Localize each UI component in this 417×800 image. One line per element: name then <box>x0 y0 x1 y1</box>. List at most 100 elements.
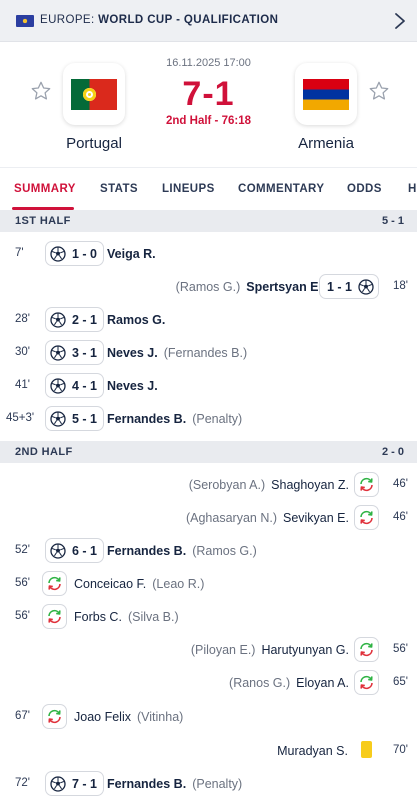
soccer-ball-icon <box>50 311 66 328</box>
section-score: 5 - 1 <box>381 215 404 227</box>
event-row[interactable]: (Serobyan A.) Shaghoyan Z. 46' <box>0 469 417 502</box>
tab-h2h[interactable]: H2H <box>408 183 417 195</box>
goal-score: 3 - 1 <box>72 345 98 360</box>
event-minute: 56' <box>15 610 30 622</box>
event-text: Fernandes B. (Ramos G.) <box>107 544 257 558</box>
event-text: (Serobyan A.) Shaghoyan Z. <box>189 478 349 492</box>
event-assist: (Leao R.) <box>152 577 205 591</box>
event-row[interactable]: 30' 3 - 1 Neves J. (Fernandes B.) <box>0 337 417 370</box>
tab-odds[interactable]: ODDS <box>347 183 382 195</box>
event-assist: (Ranos G.) <box>229 676 291 690</box>
event-player[interactable]: Conceicao F. <box>74 577 146 591</box>
event-row[interactable]: 7' 1 - 0 Veiga R. <box>0 238 417 271</box>
section-first-half: 1ST HALF 5 - 1 <box>0 210 417 232</box>
event-row[interactable]: (Ramos G.) Spertsyan E. 1 - 1 18' <box>0 271 417 304</box>
substitution-badge <box>354 472 379 497</box>
event-row[interactable]: (Aghasaryan N.) Sevikyan E. 46' <box>0 502 417 535</box>
substitution-icon <box>360 675 373 690</box>
tab-lineups[interactable]: LINEUPS <box>162 183 215 195</box>
goal-score: 1 - 1 <box>326 279 352 294</box>
section-score: 2 - 0 <box>381 446 404 458</box>
event-player[interactable]: Shaghoyan Z. <box>271 478 349 492</box>
event-minute: 56' <box>393 643 408 655</box>
substitution-icon <box>48 709 61 724</box>
away-team-name[interactable]: Armenia <box>266 135 386 152</box>
goal-score: 6 - 1 <box>72 543 98 558</box>
event-text: Fernandes B. (Penalty) <box>107 777 242 791</box>
event-text: (Piloyan E.) Harutyunyan G. <box>191 643 349 657</box>
section-title: 1ST HALF <box>15 215 71 227</box>
event-assist: (Ramos G.) <box>192 544 257 558</box>
event-text: Fernandes B. (Penalty) <box>107 412 242 426</box>
event-player[interactable]: Neves J. <box>107 346 158 360</box>
event-row[interactable]: 52' 6 - 1 Fernandes B. (Ramos G.) <box>0 535 417 568</box>
event-minute: 72' <box>15 777 30 789</box>
goal-badge: 2 - 1 <box>45 307 105 332</box>
event-player[interactable]: Harutyunyan G. <box>261 643 349 657</box>
event-row[interactable]: Muradyan S. 70' <box>0 735 417 768</box>
event-player[interactable]: Fernandes B. <box>107 412 186 426</box>
event-row[interactable]: 67' Joao Felix (Vitinha) <box>0 701 417 734</box>
event-player[interactable]: Spertsyan E. <box>246 280 322 294</box>
soccer-ball-icon <box>50 410 66 427</box>
substitution-badge <box>354 505 379 530</box>
event-row[interactable]: 56' Conceicao F. (Leao R.) <box>0 568 417 601</box>
substitution-icon <box>360 510 373 525</box>
soccer-ball-icon <box>50 775 66 792</box>
home-team-name[interactable]: Portugal <box>34 135 154 152</box>
competition-bar[interactable]: EUROPE: WORLD CUP - QUALIFICATION <box>0 0 417 42</box>
event-row[interactable]: 45+3' 5 - 1 Fernandes B. (Penalty) <box>0 403 417 436</box>
goal-badge: 4 - 1 <box>45 373 105 398</box>
event-assist: (Penalty) <box>192 777 243 791</box>
tab-commentary[interactable]: COMMENTARY <box>238 183 324 195</box>
event-player[interactable]: Ramos G. <box>107 313 165 327</box>
soccer-ball-icon <box>50 245 66 262</box>
section-second-half: 2ND HALF 2 - 0 <box>0 441 417 463</box>
card-badge <box>354 738 379 763</box>
event-row[interactable]: (Ranos G.) Eloyan A. 65' <box>0 667 417 700</box>
event-text: Conceicao F. (Leao R.) <box>74 577 204 591</box>
event-player[interactable]: Forbs C. <box>74 610 122 624</box>
event-player[interactable]: Sevikyan E. <box>283 511 349 525</box>
substitution-icon <box>360 642 373 657</box>
event-minute: 67' <box>15 710 30 722</box>
substitution-icon <box>48 609 61 624</box>
goal-score: 7 - 1 <box>72 776 98 791</box>
soccer-ball-icon <box>50 542 66 559</box>
event-row[interactable]: 72' 7 - 1 Fernandes B. (Penalty) <box>0 768 417 800</box>
event-player[interactable]: Veiga R. <box>107 247 156 261</box>
event-assist: (Silva B.) <box>127 610 179 624</box>
substitution-badge <box>42 604 67 629</box>
tab-summary[interactable]: SUMMARY <box>14 183 76 195</box>
event-player[interactable]: Eloyan A. <box>296 676 349 690</box>
event-row[interactable]: 56' Forbs C. (Silva B.) <box>0 601 417 634</box>
event-row[interactable]: 28' 2 - 1 Ramos G. <box>0 304 417 337</box>
soccer-ball-icon <box>358 278 374 295</box>
event-player[interactable]: Joao Felix <box>74 710 131 724</box>
event-assist: (Penalty) <box>192 412 243 426</box>
tab-bar: SUMMARY STATS LINEUPS COMMENTARY ODDS H2… <box>0 167 417 210</box>
event-row[interactable]: 41' 4 - 1 Neves J. <box>0 370 417 403</box>
event-text: Forbs C. (Silva B.) <box>74 610 179 624</box>
favorite-away-star-icon[interactable] <box>368 80 390 102</box>
away-team-logo[interactable] <box>295 63 357 125</box>
event-minute: 52' <box>15 544 30 556</box>
event-text: (Aghasaryan N.) Sevikyan E. <box>186 511 349 525</box>
tab-stats[interactable]: STATS <box>100 183 138 195</box>
event-player[interactable]: Fernandes B. <box>107 544 186 558</box>
event-minute: 70' <box>393 744 408 756</box>
event-text: (Ranos G.) Eloyan A. <box>229 676 349 690</box>
chevron-right-icon[interactable] <box>393 11 407 31</box>
event-text: Neves J. (Fernandes B.) <box>107 346 247 360</box>
event-player[interactable]: Muradyan S. <box>277 744 348 758</box>
event-player[interactable]: Fernandes B. <box>107 777 186 791</box>
event-row[interactable]: (Piloyan E.) Harutyunyan G. 56' <box>0 634 417 667</box>
event-assist: (Serobyan A.) <box>188 478 266 492</box>
section-title: 2ND HALF <box>15 446 73 458</box>
substitution-badge <box>42 704 67 729</box>
event-player[interactable]: Neves J. <box>107 379 158 393</box>
substitution-badge <box>354 637 379 662</box>
goal-score: 2 - 1 <box>72 312 98 327</box>
substitution-badge <box>42 571 67 596</box>
event-assist: (Vitinha) <box>136 710 184 724</box>
